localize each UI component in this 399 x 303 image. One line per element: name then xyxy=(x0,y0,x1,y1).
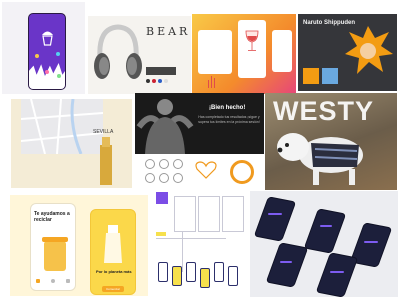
accent-bar xyxy=(320,225,332,227)
subheadline: Por lo planeta más xyxy=(96,269,132,274)
app-card xyxy=(272,30,292,72)
headphones-icon xyxy=(94,24,142,79)
bar-mark xyxy=(211,76,212,88)
headline: Te ayudamos a reciclar xyxy=(34,211,70,223)
screen-thumbnail xyxy=(172,266,182,286)
phone-mockup xyxy=(253,196,297,242)
phone-mockup xyxy=(265,242,309,288)
stat-icon xyxy=(145,159,155,169)
stat-icon xyxy=(159,173,169,183)
confetti-dot xyxy=(35,54,39,58)
brand-wordmark: WESTY xyxy=(273,96,375,126)
screen-thumbnail xyxy=(228,266,238,286)
heart-icon xyxy=(195,161,217,179)
progress-ring xyxy=(230,160,254,184)
app-card xyxy=(198,30,232,74)
recycle-bin-icon xyxy=(42,237,68,271)
stat-icon xyxy=(145,173,155,183)
search-icon[interactable] xyxy=(51,279,55,283)
flow-line xyxy=(182,232,183,272)
wireframe-screen xyxy=(198,196,220,232)
tile-fitness-app[interactable]: ¡Bien hecho! Has completado tus resultad… xyxy=(135,93,264,190)
tile-recycle-app[interactable]: Te ayudamos a reciclar Por lo planeta má… xyxy=(10,195,148,296)
cupcake-icon xyxy=(42,31,53,46)
color-block xyxy=(156,192,168,204)
dog-illustration xyxy=(277,133,363,185)
start-button[interactable]: Comenzar xyxy=(102,286,124,292)
tile-bears-headphones[interactable]: BEARS xyxy=(88,16,191,94)
screen-thumbnail xyxy=(214,262,224,282)
phone-mockup xyxy=(315,252,359,297)
bar-mark xyxy=(214,78,215,88)
screen-thumbnail xyxy=(186,262,196,282)
bottle-icon xyxy=(104,225,122,263)
stat-icon xyxy=(173,173,183,183)
phone-mockup xyxy=(303,208,347,254)
bar-mark xyxy=(208,80,209,88)
stat-icon xyxy=(173,159,183,169)
design-gallery: BEARS Naruto Shippuden xyxy=(0,0,399,303)
tab-bar[interactable] xyxy=(34,279,72,285)
wireframe-screen xyxy=(222,196,244,232)
confetti-dot xyxy=(45,70,49,74)
stat-icon xyxy=(159,159,169,169)
brand-name: BEARS xyxy=(146,25,191,38)
tile-wireframes[interactable] xyxy=(152,192,249,296)
color-swatch[interactable] xyxy=(146,79,150,83)
tower-icon xyxy=(100,137,112,185)
color-swatch[interactable] xyxy=(152,79,156,83)
confetti-dot xyxy=(56,52,60,56)
accent-bar xyxy=(330,271,344,273)
wine-glass-icon xyxy=(245,30,259,51)
flow-line xyxy=(156,238,226,239)
body-text: Has completado tus resultados ¡sigue y s… xyxy=(198,115,260,124)
city-label: SEVILLA xyxy=(93,129,114,135)
thumbnail[interactable] xyxy=(322,68,338,84)
tile-westy-dog[interactable]: WESTY xyxy=(265,93,397,190)
accent-bar xyxy=(268,213,282,215)
phone-mockup xyxy=(28,13,66,90)
tile-wine-app[interactable] xyxy=(192,14,296,94)
color-swatch[interactable] xyxy=(158,79,162,83)
screen-thumbnail xyxy=(200,268,210,288)
thumbnail[interactable] xyxy=(303,68,319,84)
wireframe-screen xyxy=(174,196,196,232)
profile-icon[interactable] xyxy=(66,279,70,283)
color-block xyxy=(156,232,166,236)
screen-thumbnail xyxy=(158,262,168,282)
headline: ¡Bien hecho! xyxy=(209,105,246,111)
tile-sevilla-map[interactable]: SEVILLA xyxy=(11,99,132,188)
color-swatch[interactable] xyxy=(164,79,168,83)
buy-button[interactable] xyxy=(146,67,176,75)
app-card xyxy=(238,20,266,78)
accent-bar xyxy=(364,241,378,243)
home-icon[interactable] xyxy=(36,279,40,283)
tile-cupcake-app[interactable] xyxy=(2,2,85,94)
tile-anime-app[interactable]: Naruto Shippuden xyxy=(298,14,397,91)
athlete-silhouette xyxy=(136,99,194,154)
character-illustration xyxy=(345,26,393,74)
confetti-dot xyxy=(57,74,61,78)
tile-dark-dashboard-app[interactable] xyxy=(250,191,398,297)
accent-bar xyxy=(280,261,292,263)
